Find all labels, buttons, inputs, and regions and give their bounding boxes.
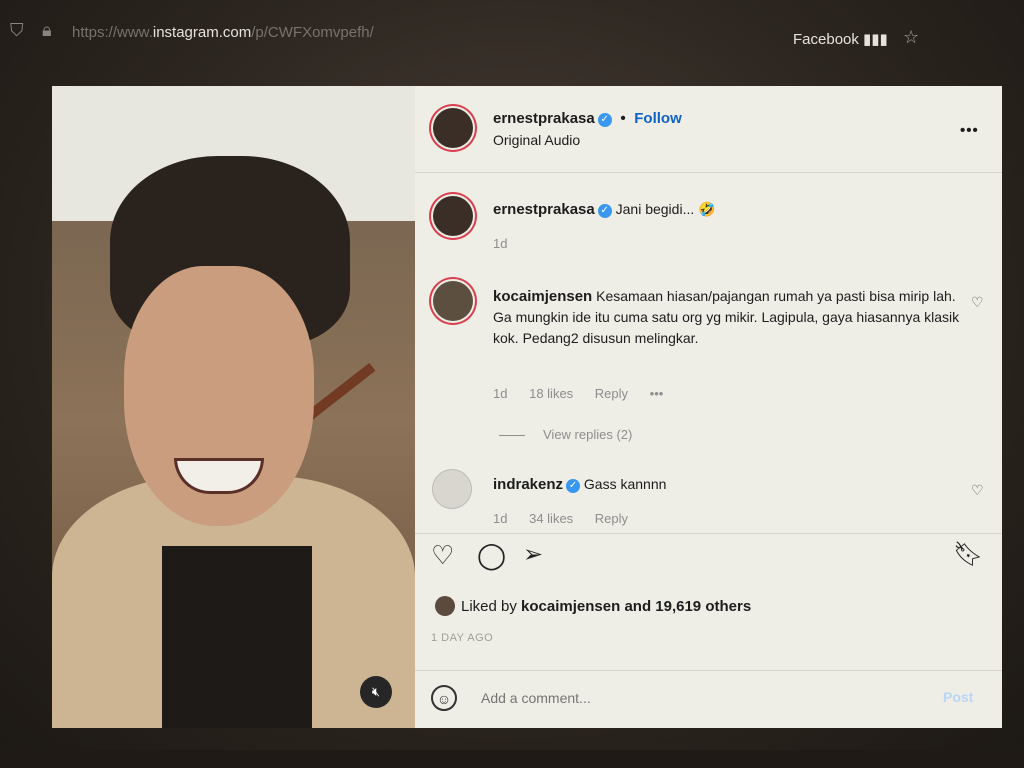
post-video[interactable]: 🔇︎ <box>52 86 450 728</box>
liked-by: Liked by kocaimjensen and 19,619 others <box>435 596 751 616</box>
comment-icon[interactable]: ◯ <box>477 542 506 568</box>
verified-icon: ✓ <box>597 204 612 218</box>
author-line: ernestprakasa ✓ • Follow <box>493 110 682 128</box>
comment: kocaimjensen Kesamaan hiasan/pajangan ru… <box>493 286 963 349</box>
post-timestamp[interactable]: 1 DAY AGO <box>431 632 493 644</box>
liked-by-user[interactable]: kocaimjensen <box>521 598 620 615</box>
comment-like-icon[interactable]: ♡ <box>971 294 984 311</box>
more-options-icon[interactable]: ••• <box>960 122 979 139</box>
share-icon[interactable]: ➢ <box>523 542 543 568</box>
post-header: ernestprakasa ✓ • Follow Original Audio •… <box>415 86 1002 173</box>
verified-icon: ✓ <box>597 113 612 127</box>
post-modal: 🔇︎ ernestprakasa ✓ • Follow Original Audi… <box>52 86 1002 728</box>
comment-avatar[interactable] <box>433 470 471 508</box>
url-path: /p/CWFXomvpefh/ <box>251 24 374 41</box>
browser-toolbar: ⛉ 🔒︎ https://www.instagram.com/p/CWFXomv… <box>0 0 1024 68</box>
verified-icon: ✓ <box>566 479 581 493</box>
star-icon[interactable]: ☆ <box>903 27 919 48</box>
comment-time: 1d <box>493 511 508 526</box>
comment-time: 1d <box>493 386 508 401</box>
comment-likes[interactable]: 34 likes <box>529 511 573 526</box>
post-details-panel: ernestprakasa ✓ • Follow Original Audio •… <box>415 86 1002 728</box>
comment-like-icon[interactable]: ♡ <box>971 482 984 499</box>
author-username[interactable]: ernestprakasa <box>493 110 595 127</box>
post-comment-button[interactable]: Post <box>943 689 973 705</box>
comment-meta: 1d 34 likes Reply <box>493 511 646 526</box>
shield-icon[interactable]: ⛉ <box>10 20 24 41</box>
caption-avatar[interactable] <box>433 196 473 236</box>
comment-meta: 1d 18 likes Reply ••• <box>493 386 681 401</box>
comment-username[interactable]: kocaimjensen <box>493 288 592 305</box>
bars-icon: ▮▮▮ <box>863 31 888 48</box>
comment-username[interactable]: indrakenz <box>493 476 563 493</box>
liked-by-prefix: Liked by <box>461 598 517 615</box>
url-host: instagram.com <box>152 24 252 41</box>
person-shirt <box>162 546 312 728</box>
caption-time: 1d <box>493 236 508 251</box>
author-avatar[interactable] <box>433 108 473 148</box>
add-comment-bar: ☺ Post <box>415 670 1002 728</box>
address-bar[interactable]: https://www.instagram.com/p/CWFXomvpefh/ <box>72 24 374 41</box>
view-replies-button[interactable]: View replies (2) <box>499 427 632 442</box>
comment-more-icon[interactable]: ••• <box>650 386 664 401</box>
separator-dot: • <box>620 110 626 127</box>
bookmark-facebook[interactable]: Facebook ▮▮▮ <box>793 30 888 48</box>
comment-input[interactable] <box>479 689 903 707</box>
bookmark-label: Facebook <box>793 31 859 48</box>
mute-icon[interactable]: 🔇︎ <box>360 676 392 708</box>
follow-button[interactable]: Follow <box>634 110 682 127</box>
replies-divider <box>499 435 525 437</box>
liker-avatar <box>435 596 455 616</box>
caption-text: Jani begidi... 🤣 <box>615 201 716 217</box>
caption-username[interactable]: ernestprakasa <box>493 201 595 218</box>
comment: indrakenz ✓ Gass kannnn <box>493 474 963 495</box>
lock-icon[interactable]: 🔒︎ <box>42 20 52 41</box>
comment-avatar[interactable] <box>433 281 473 321</box>
comment-text: Gass kannnn <box>583 476 667 492</box>
caption: ernestprakasa ✓ Jani begidi... 🤣 <box>493 199 963 220</box>
liked-by-others[interactable]: and 19,619 others <box>624 598 751 615</box>
reply-button[interactable]: Reply <box>595 386 628 401</box>
like-icon[interactable]: ♡ <box>431 542 454 568</box>
emoji-icon[interactable]: ☺ <box>431 685 457 711</box>
view-replies-label: View replies (2) <box>543 427 633 442</box>
comment-likes[interactable]: 18 likes <box>529 386 573 401</box>
taskbar <box>0 750 1024 768</box>
post-actions: ♡ ◯ ➢ 🔖︎ <box>415 533 1002 570</box>
reply-button[interactable]: Reply <box>595 511 628 526</box>
audio-label[interactable]: Original Audio <box>493 132 580 148</box>
url-prefix: https://www. <box>72 24 153 41</box>
bookmark-icon[interactable]: 🔖︎ <box>953 542 983 568</box>
